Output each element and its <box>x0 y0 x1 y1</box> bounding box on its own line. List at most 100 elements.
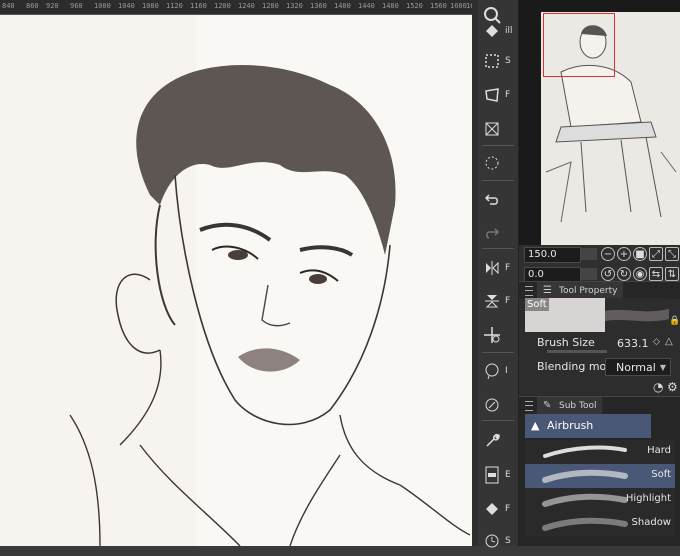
stepper-icon[interactable]: ◇ <box>653 337 660 347</box>
settings-icon[interactable]: ◔ <box>653 380 663 394</box>
ruler-tick: 1080 <box>142 2 159 10</box>
redo-icon <box>481 222 503 244</box>
flip-vertical-tool[interactable]: F <box>478 286 518 316</box>
ruler-tick: 1240 <box>238 2 255 10</box>
fill-tool-top[interactable]: ill <box>478 16 518 46</box>
wrench-icon[interactable]: ⚙ <box>667 380 678 394</box>
flip-h-icon[interactable]: ⇆ <box>649 267 663 281</box>
free-transform-tool[interactable]: F <box>478 80 518 110</box>
navigator-panel[interactable] <box>519 0 680 245</box>
toolbar-divider <box>482 180 514 181</box>
reset-rotate-icon[interactable]: ◉ <box>633 267 647 281</box>
undo-icon <box>481 188 503 210</box>
panel-menu-icon[interactable] <box>525 286 533 296</box>
tool-label: ill <box>505 26 513 36</box>
fill-tool[interactable]: F <box>478 494 518 524</box>
lock-icon[interactable]: 🔒 <box>669 316 680 326</box>
ruler-tick: 1280 <box>262 2 279 10</box>
flip-v-icon[interactable]: ⇅ <box>665 267 679 281</box>
ruler-tick: 1560 <box>430 2 447 10</box>
tool-label: F <box>505 263 511 273</box>
wrench-icon <box>481 430 503 452</box>
move-tool[interactable] <box>478 320 518 350</box>
settings-tool[interactable] <box>478 426 518 456</box>
brush-item[interactable]: Shadow <box>525 512 675 536</box>
right-panel: 150.0 − + ■ ⤢ ⤡ 0.0 ↺ ↻ ◉ ⇆ ⇅ Tool Prope… <box>519 0 680 546</box>
rotate-tool[interactable] <box>478 148 518 178</box>
redo-button[interactable] <box>478 218 518 248</box>
brush-name: Hard <box>647 445 671 456</box>
ruler-tick: 1440 <box>358 2 375 10</box>
mesh-icon <box>481 118 503 140</box>
undo-button[interactable] <box>478 184 518 214</box>
brush-item[interactable]: Highlight <box>525 488 675 512</box>
blending-mode-value: Normal <box>616 361 656 374</box>
toolbar-divider <box>482 145 514 146</box>
transform-icon <box>481 84 503 106</box>
flip-horizontal-icon <box>481 257 503 279</box>
brush-item[interactable]: Hard <box>525 440 675 464</box>
clock-icon <box>481 530 503 552</box>
brush-item[interactable]: Soft <box>525 464 675 488</box>
brush-size-label: Brush Size <box>537 336 595 349</box>
toolbar-divider <box>482 352 514 353</box>
spoit-tool[interactable]: S <box>478 526 518 556</box>
tool-label: S <box>505 56 511 66</box>
zoom-out-icon[interactable]: − <box>601 247 615 261</box>
toolbar-divider <box>482 248 514 249</box>
preset-name: Soft <box>525 298 549 311</box>
fit-icon[interactable]: ■ <box>633 247 647 261</box>
brush-name: Shadow <box>631 517 671 528</box>
lasso-icon <box>481 360 503 382</box>
selection-tool[interactable]: S <box>478 46 518 76</box>
zoom-box-icon[interactable]: ⤡ <box>665 247 679 261</box>
tool-label: F <box>505 90 511 100</box>
zoom-fit-icon[interactable]: ⤢ <box>649 247 663 261</box>
bucket-icon <box>481 20 503 42</box>
brush-size-row[interactable]: Brush Size 633.1 ◇ △ <box>519 332 680 356</box>
ruler-tick: 1360 <box>310 2 327 10</box>
airbrush-icon: ▲ <box>531 419 540 432</box>
sub-tool-group-airbrush[interactable]: ▲ Airbrush <box>525 414 651 438</box>
brush-size-slider[interactable] <box>547 350 607 353</box>
pressure-icon[interactable]: △ <box>665 336 673 347</box>
panel-menu-icon[interactable] <box>525 401 533 411</box>
magic-wand-icon <box>481 394 503 416</box>
flip-horizontal-tool[interactable]: F <box>478 253 518 283</box>
ruler-tick: 1040 <box>118 2 135 10</box>
tool-label: S <box>505 536 511 546</box>
mesh-transform-tool[interactable] <box>478 114 518 144</box>
drawing-canvas[interactable] <box>0 15 472 546</box>
brush-size-value[interactable]: 633.1 <box>617 337 649 350</box>
ruler-tick: 960 <box>70 2 83 10</box>
ruler-tick: 1480 <box>382 2 399 10</box>
export-png-tool[interactable]: E <box>478 460 518 490</box>
angle-slider[interactable] <box>581 268 597 280</box>
ruler-tick: 860 <box>26 2 39 10</box>
zoom-value[interactable]: 150.0 <box>524 247 581 263</box>
zoom-in-icon[interactable]: + <box>617 247 631 261</box>
ruler-tick: 1200 <box>214 2 231 10</box>
blending-mode-select[interactable]: Normal ▼ <box>605 358 671 376</box>
tool-label: E <box>505 470 511 480</box>
view-frame[interactable] <box>543 13 615 77</box>
chevron-down-icon: ▼ <box>659 363 666 372</box>
zoom-slider[interactable] <box>581 248 597 260</box>
tool-label: F <box>505 296 511 306</box>
rotate-cw-icon[interactable]: ↻ <box>617 267 631 281</box>
ruler-tick: 1160 <box>190 2 207 10</box>
blending-mode-row: Blending mode Normal ▼ <box>519 356 680 380</box>
toolbar-divider <box>482 420 514 421</box>
ruler-tick: 1120 <box>166 2 183 10</box>
move-icon <box>481 324 503 346</box>
brush-name: Soft <box>651 469 671 480</box>
sub-tool-group-label: Airbrush <box>547 419 594 432</box>
rect-select-icon <box>481 50 503 72</box>
portrait-sketch <box>69 15 472 546</box>
rotate-ccw-icon[interactable]: ↺ <box>601 267 615 281</box>
magic-wand-tool[interactable] <box>478 390 518 420</box>
ruler-tick: 1320 <box>286 2 303 10</box>
canvas-ruler: 840 860 920 960 1000 1040 1080 1120 1160… <box>0 0 476 15</box>
lasso-tool[interactable]: I <box>478 356 518 386</box>
brush-icon: ✎ <box>543 400 552 411</box>
